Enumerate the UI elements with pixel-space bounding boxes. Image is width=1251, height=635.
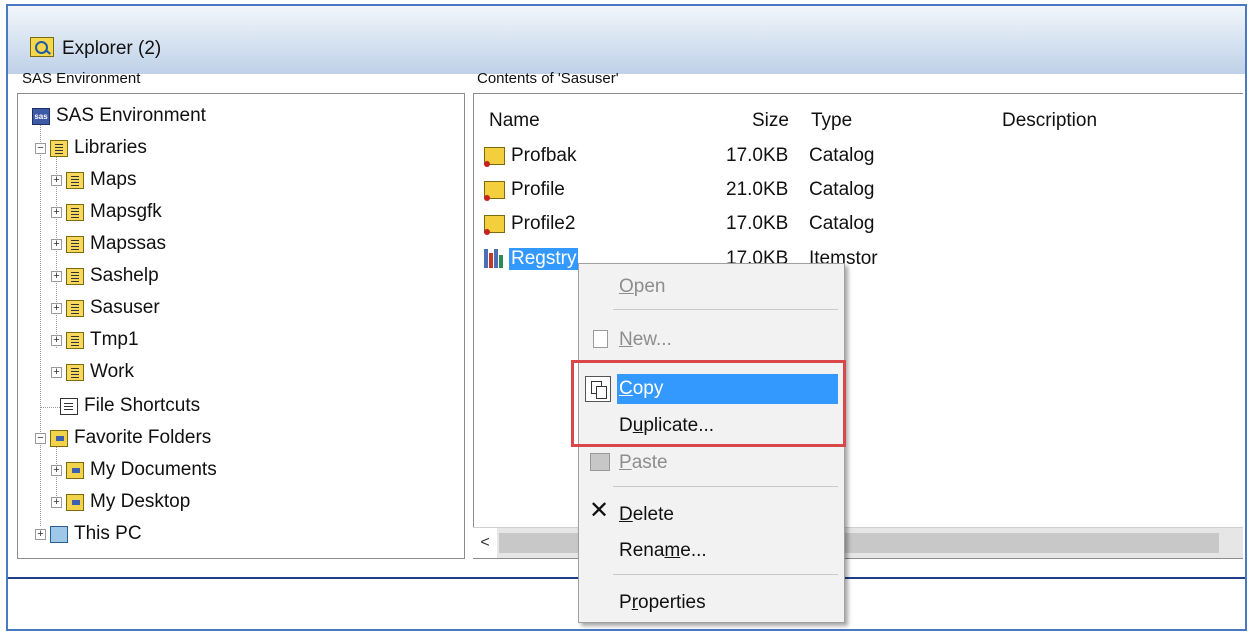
tree-item-label: Tmp1 (90, 329, 139, 350)
menu-separator (613, 486, 838, 487)
tree-item-label: My Documents (90, 459, 217, 480)
column-header-type[interactable]: Type (811, 110, 852, 132)
tree-item-work[interactable]: + Work (51, 358, 134, 386)
menu-separator (613, 309, 838, 310)
row-type: Catalog (809, 179, 875, 200)
tree-item-tmp1[interactable]: + Tmp1 (51, 326, 139, 354)
tree-item-maps[interactable]: + Maps (51, 166, 136, 194)
favorite-folder-icon (66, 493, 84, 511)
column-header-description[interactable]: Description (1002, 110, 1097, 132)
new-document-icon (593, 330, 608, 348)
tree-item-my-documents[interactable]: + My Documents (51, 456, 217, 484)
paste-icon (590, 453, 610, 471)
tree-panel-label: SAS Environment (22, 70, 141, 87)
tree-item-label: Sasuser (90, 297, 160, 318)
row-name: Profile2 (511, 213, 576, 234)
menu-separator (613, 574, 838, 575)
tree-pane[interactable]: sas SAS Environment − Libraries + Maps +… (17, 93, 465, 559)
tree-item-label: Maps (90, 169, 137, 190)
menu-item-delete[interactable]: ✕ Delete (579, 498, 844, 532)
annotation-highlight-box (571, 360, 846, 447)
list-row-profbak[interactable]: Profbak 17.0KB Catalog (473, 142, 893, 172)
library-icon (66, 203, 84, 221)
tree-item-mapssas[interactable]: + Mapssas (51, 230, 166, 258)
itemstor-icon (484, 249, 504, 268)
list-row-profile[interactable]: Profile 21.0KB Catalog (473, 176, 893, 206)
library-icon (66, 267, 84, 285)
library-icon (66, 235, 84, 253)
library-icon (66, 299, 84, 317)
tree-item-mapsgfk[interactable]: + Mapsgfk (51, 198, 162, 226)
tree-item-label: My Desktop (90, 491, 191, 512)
tree-item-this-pc[interactable]: + This PC (35, 520, 142, 548)
favorite-folder-icon (50, 429, 68, 447)
library-icon (66, 331, 84, 349)
expand-icon[interactable]: + (51, 270, 62, 282)
collapse-icon[interactable]: − (35, 142, 46, 154)
tree-item-label: This PC (74, 523, 142, 544)
tree-item-sashelp[interactable]: + Sashelp (51, 262, 159, 290)
column-header-size[interactable]: Size (752, 110, 789, 132)
expand-icon[interactable]: + (51, 366, 62, 378)
tree-item-label: File Shortcuts (84, 395, 201, 416)
library-icon (50, 139, 68, 157)
window-title: Explorer (2) (62, 38, 162, 59)
tree-item-sas-environment[interactable]: sas SAS Environment (32, 102, 206, 130)
expand-icon[interactable]: + (51, 174, 62, 186)
expand-icon[interactable]: + (35, 528, 46, 540)
column-header-name[interactable]: Name (489, 110, 540, 132)
row-name: Profile (511, 179, 565, 200)
expand-icon[interactable]: + (51, 334, 62, 346)
expand-icon[interactable]: + (51, 206, 62, 218)
explorer-icon (30, 37, 54, 57)
row-size: 17.0KB (726, 145, 789, 166)
tree-item-label: SAS Environment (56, 105, 206, 126)
delete-icon: ✕ (589, 497, 610, 524)
scroll-left-button[interactable]: < (473, 528, 497, 558)
expand-icon[interactable]: + (51, 464, 62, 476)
tree-item-favorite-folders[interactable]: − Favorite Folders (35, 424, 211, 452)
row-type: Catalog (809, 213, 875, 234)
sas-icon: sas (32, 107, 50, 125)
menu-item-new[interactable]: New... (579, 323, 844, 357)
catalog-icon (484, 147, 505, 167)
tree-item-label: Work (90, 361, 134, 382)
menu-item-paste[interactable]: Paste (579, 446, 844, 480)
tree-item-sasuser[interactable]: + Sasuser (51, 294, 160, 322)
expand-icon[interactable]: + (51, 302, 62, 314)
file-shortcuts-icon (60, 397, 78, 415)
favorite-folder-icon (66, 461, 84, 479)
tree-item-label: Mapsgfk (90, 201, 162, 222)
tree-item-label: Mapssas (90, 233, 167, 254)
tree-item-file-shortcuts[interactable]: File Shortcuts (60, 392, 200, 420)
tree-item-label: Favorite Folders (74, 427, 212, 448)
row-size: 17.0KB (726, 213, 789, 234)
tree-item-label: Libraries (74, 137, 147, 158)
catalog-icon (484, 181, 505, 201)
library-icon (66, 363, 84, 381)
row-type: Catalog (809, 145, 875, 166)
menu-item-rename[interactable]: Rename... (579, 534, 844, 568)
collapse-icon[interactable]: − (35, 432, 46, 444)
catalog-icon (484, 215, 505, 235)
menu-item-properties[interactable]: Properties (579, 586, 844, 620)
row-size: 21.0KB (726, 179, 789, 200)
library-icon (66, 171, 84, 189)
row-name: Profbak (511, 145, 577, 166)
row-name: Regstry (509, 248, 579, 270)
expand-icon[interactable]: + (51, 496, 62, 508)
tree-item-label: Sashelp (90, 265, 159, 286)
menu-item-open[interactable]: Open (579, 270, 844, 304)
expand-icon[interactable]: + (51, 238, 62, 250)
list-row-profile2[interactable]: Profile2 17.0KB Catalog (473, 210, 893, 240)
computer-icon (50, 525, 68, 543)
title-bar: Explorer (2) (8, 6, 1245, 74)
tree-item-libraries[interactable]: − Libraries (35, 134, 147, 162)
tree-item-my-desktop[interactable]: + My Desktop (51, 488, 190, 516)
contents-panel-label: Contents of 'Sasuser' (477, 70, 619, 87)
